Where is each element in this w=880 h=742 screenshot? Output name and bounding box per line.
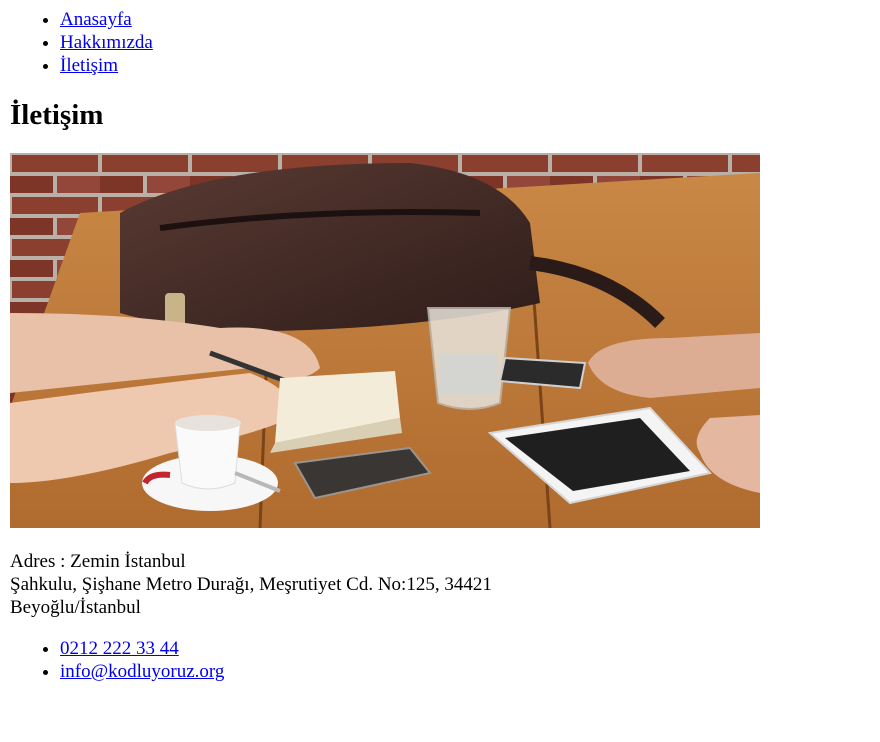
contact-list: 0212 222 33 44 info@kodluyoruz.org <box>10 637 870 683</box>
address-line-2: Şahkulu, Şişhane Metro Durağı, Meşrutiye… <box>10 574 492 595</box>
nav-item-home: Anasayfa <box>60 8 870 31</box>
nav-item-about: Hakkımızda <box>60 31 870 54</box>
address-line-3: Beyoğlu/İstanbul <box>10 597 141 618</box>
contact-item-email: info@kodluyoruz.org <box>60 660 870 683</box>
nav-link-contact[interactable]: İletişim <box>60 55 118 76</box>
meeting-photo <box>10 153 760 528</box>
nav-link-home[interactable]: Anasayfa <box>60 9 132 30</box>
email-link[interactable]: info@kodluyoruz.org <box>60 661 224 682</box>
nav-item-contact: İletişim <box>60 54 870 77</box>
phone-link[interactable]: 0212 222 33 44 <box>60 638 179 659</box>
address-line-1: Adres : Zemin İstanbul <box>10 551 186 572</box>
coffee-cup <box>174 422 241 490</box>
contact-item-phone: 0212 222 33 44 <box>60 637 870 660</box>
page-title: İletişim <box>10 99 104 131</box>
main-nav: Anasayfa Hakkımızda İletişim <box>10 8 870 77</box>
nav-link-about[interactable]: Hakkımızda <box>60 32 153 53</box>
address-block: Adres : Zemin İstanbul Şahkulu, Şişhane … <box>10 550 870 619</box>
